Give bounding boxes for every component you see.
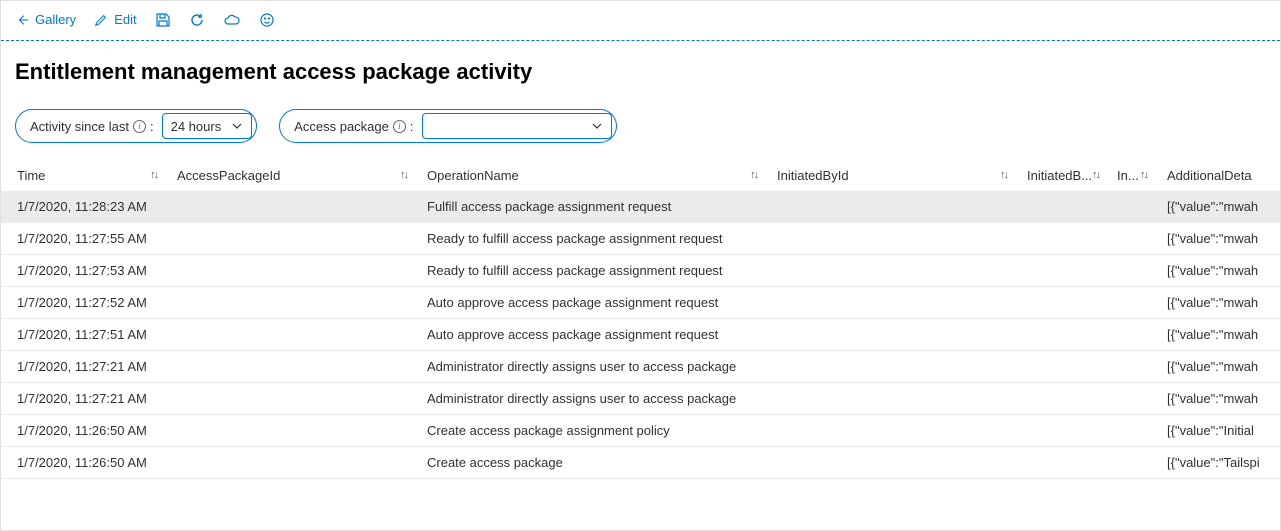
activity-filter-value: 24 hours (171, 119, 222, 134)
gallery-label: Gallery (35, 12, 76, 27)
cell-add: [{"value":"mwah (1157, 327, 1267, 342)
cell-op: Fulfill access package assignment reques… (417, 199, 767, 214)
col-additionaldetails[interactable]: AdditionalDeta (1157, 168, 1267, 183)
cell-time: 1/7/2020, 11:27:51 AM (7, 327, 167, 342)
cell-add: [{"value":"Tailspi (1157, 455, 1267, 470)
page-title: Entitlement management access package ac… (1, 41, 1280, 85)
cell-op: Create access package assignment policy (417, 423, 767, 438)
table-row[interactable]: 1/7/2020, 11:27:21 AM Administrator direc… (1, 383, 1280, 415)
cell-op: Auto approve access package assignment r… (417, 295, 767, 310)
col-in-label: In... (1117, 168, 1139, 183)
sort-icon[interactable]: ↑↓ (1000, 169, 1007, 181)
save-button[interactable] (155, 12, 171, 28)
col-add-label: AdditionalDeta (1167, 168, 1252, 183)
cloud-button[interactable] (223, 12, 241, 28)
package-filter-select[interactable] (422, 113, 612, 139)
cell-op: Create access package (417, 455, 767, 470)
col-apid-label: AccessPackageId (177, 168, 280, 183)
activity-filter: Activity since last i : 24 hours (15, 109, 257, 143)
table-row[interactable]: 1/7/2020, 11:27:21 AM Administrator direc… (1, 351, 1280, 383)
col-time[interactable]: Time ↑↓ (7, 168, 167, 183)
col-time-label: Time (17, 168, 45, 183)
cell-add: [{"value":"mwah (1157, 199, 1267, 214)
table-row[interactable]: 1/7/2020, 11:26:50 AM Create access packa… (1, 447, 1280, 479)
sort-icon[interactable]: ↑↓ (1140, 169, 1147, 181)
cell-add: [{"value":"mwah (1157, 231, 1267, 246)
sort-icon[interactable]: ↑↓ (150, 169, 157, 181)
app-window: Gallery Edit (0, 0, 1281, 531)
table-row[interactable]: 1/7/2020, 11:28:23 AM Fulfill access pack… (1, 191, 1280, 223)
table-row[interactable]: 1/7/2020, 11:27:53 AM Ready to fulfill ac… (1, 255, 1280, 287)
table-row[interactable]: 1/7/2020, 11:27:51 AM Auto approve access… (1, 319, 1280, 351)
cell-op: Ready to fulfill access package assignme… (417, 231, 767, 246)
cell-add: [{"value":"mwah (1157, 359, 1267, 374)
cell-add: [{"value":"mwah (1157, 295, 1267, 310)
package-filter-label: Access package (294, 119, 389, 134)
chevron-down-icon (591, 120, 603, 132)
cell-time: 1/7/2020, 11:28:23 AM (7, 199, 167, 214)
cell-time: 1/7/2020, 11:26:50 AM (7, 423, 167, 438)
toolbar: Gallery Edit (1, 1, 1280, 41)
info-icon[interactable]: i (393, 120, 406, 133)
table-row[interactable]: 1/7/2020, 11:27:55 AM Ready to fulfill ac… (1, 223, 1280, 255)
sort-icon[interactable]: ↑↓ (400, 169, 407, 181)
col-in[interactable]: In... ↑↓ (1107, 168, 1157, 183)
col-accesspackageid[interactable]: AccessPackageId ↑↓ (167, 168, 417, 183)
edit-label: Edit (114, 12, 136, 27)
col-op-label: OperationName (427, 168, 519, 183)
cell-time: 1/7/2020, 11:27:21 AM (7, 391, 167, 406)
sort-icon[interactable]: ↑↓ (1092, 169, 1099, 181)
col-initiatedbyid[interactable]: InitiatedById ↑↓ (767, 168, 1017, 183)
cell-time: 1/7/2020, 11:27:21 AM (7, 359, 167, 374)
cell-add: [{"value":"mwah (1157, 391, 1267, 406)
col-initiatedbyname[interactable]: InitiatedB... ↑↓ (1017, 168, 1107, 183)
table-row[interactable]: 1/7/2020, 11:26:50 AM Create access packa… (1, 415, 1280, 447)
cell-op: Ready to fulfill access package assignme… (417, 263, 767, 278)
refresh-button[interactable] (189, 12, 205, 28)
sort-icon[interactable]: ↑↓ (750, 169, 757, 181)
cell-time: 1/7/2020, 11:27:55 AM (7, 231, 167, 246)
cell-op: Administrator directly assigns user to a… (417, 391, 767, 406)
activity-filter-select[interactable]: 24 hours (162, 113, 253, 139)
back-arrow-icon (15, 13, 29, 27)
cell-op: Administrator directly assigns user to a… (417, 359, 767, 374)
col-operationname[interactable]: OperationName ↑↓ (417, 168, 767, 183)
cell-time: 1/7/2020, 11:27:52 AM (7, 295, 167, 310)
cell-add: [{"value":"mwah (1157, 263, 1267, 278)
data-grid: Time ↑↓ AccessPackageId ↑↓ OperationName… (1, 159, 1280, 479)
chevron-down-icon (231, 120, 243, 132)
cell-time: 1/7/2020, 11:27:53 AM (7, 263, 167, 278)
cell-add: [{"value":"Initial (1157, 423, 1267, 438)
info-icon[interactable]: i (133, 120, 146, 133)
pencil-icon (94, 13, 108, 27)
grid-header: Time ↑↓ AccessPackageId ↑↓ OperationName… (1, 159, 1280, 191)
col-ibid-label: InitiatedById (777, 168, 849, 183)
package-filter: Access package i : (279, 109, 616, 143)
col-ibn-label: InitiatedB... (1027, 168, 1092, 183)
cell-time: 1/7/2020, 11:26:50 AM (7, 455, 167, 470)
gallery-link[interactable]: Gallery (15, 12, 76, 27)
table-row[interactable]: 1/7/2020, 11:27:52 AM Auto approve access… (1, 287, 1280, 319)
filter-bar: Activity since last i : 24 hours Access … (1, 85, 1280, 159)
cell-op: Auto approve access package assignment r… (417, 327, 767, 342)
grid-body: 1/7/2020, 11:28:23 AM Fulfill access pack… (1, 191, 1280, 479)
activity-filter-label: Activity since last (30, 119, 129, 134)
edit-link[interactable]: Edit (94, 12, 136, 27)
smiley-button[interactable] (259, 12, 275, 28)
